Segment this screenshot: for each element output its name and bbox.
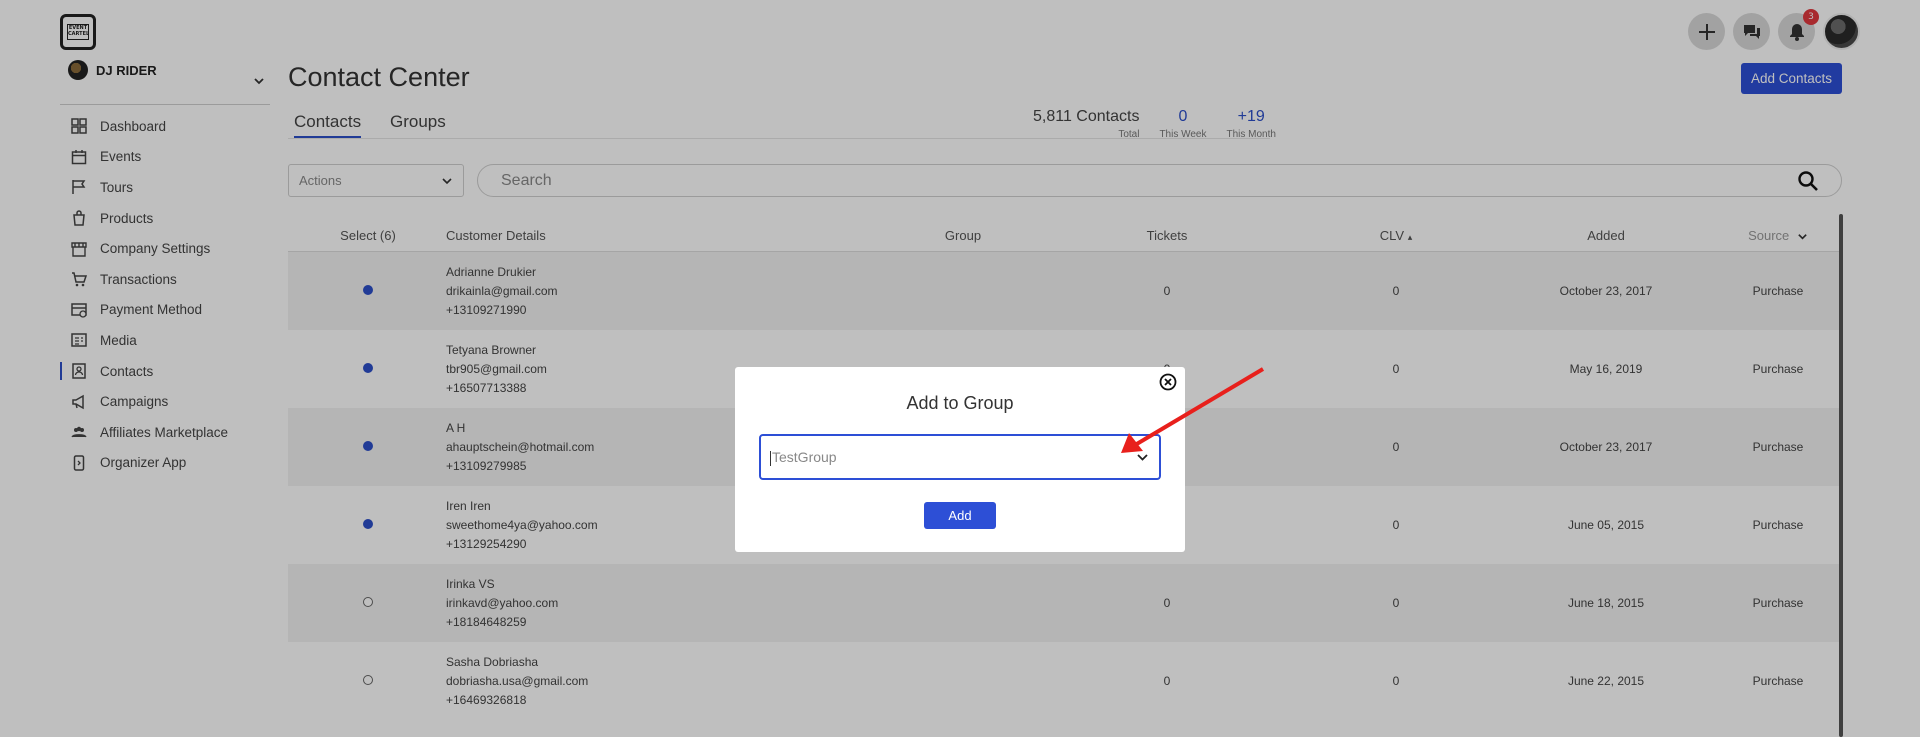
text-caret <box>770 450 771 466</box>
close-icon[interactable] <box>1159 373 1177 391</box>
chevron-down-icon[interactable] <box>1136 451 1149 464</box>
group-select[interactable]: TestGroup <box>759 434 1161 480</box>
add-button[interactable]: Add <box>924 502 996 529</box>
add-to-group-modal: Add to Group TestGroup Add <box>735 367 1185 552</box>
group-select-value: TestGroup <box>772 449 837 465</box>
modal-title: Add to Group <box>906 393 1014 413</box>
